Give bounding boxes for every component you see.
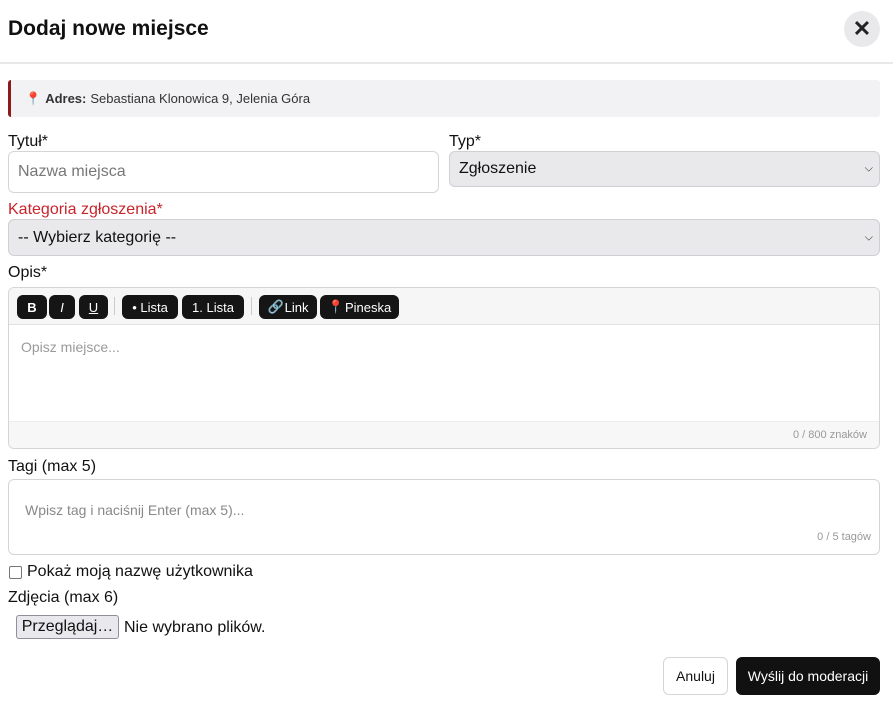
tags-label: Tagi (max 5) xyxy=(8,458,97,475)
description-textarea[interactable]: Opisz miejsce... xyxy=(9,325,879,421)
title-label: Tytuł* xyxy=(8,133,49,150)
tags-placeholder: Wpisz tag i naciśnij Enter (max 5)... xyxy=(25,502,245,518)
type-select[interactable]: Zgłoszenie ⌵ xyxy=(449,151,880,187)
description-placeholder: Opisz miejsce... xyxy=(21,339,120,355)
chevron-down-icon: ⌵ xyxy=(864,162,873,175)
tags-counter: 0 / 5 tagów xyxy=(817,531,871,543)
bold-button[interactable]: B xyxy=(17,295,47,319)
description-editor: B I U • Lista 1. Lista 🔗 Link 📍 Pineska Op… xyxy=(8,287,880,449)
photos-label: Zdjęcia (max 6) xyxy=(8,589,119,606)
underline-button[interactable]: U xyxy=(79,295,108,319)
bullet-list-button[interactable]: • Lista xyxy=(122,295,178,319)
dialog-header: Dodaj nowe miejsce ✕ xyxy=(0,0,893,64)
category-select[interactable]: -- Wybierz kategorię -- ⌵ xyxy=(8,219,880,256)
link-label: Link xyxy=(284,299,309,315)
type-label: Typ* xyxy=(449,133,482,150)
address-label: Adres: xyxy=(45,91,87,106)
chevron-down-icon: ⌵ xyxy=(864,231,873,243)
close-icon: ✕ xyxy=(852,16,872,41)
submit-button[interactable]: Wyślij do moderacji xyxy=(736,657,880,695)
pin-icon: 📍 xyxy=(25,90,42,106)
dialog-title: Dodaj nowe miejsce xyxy=(8,17,209,40)
toolbar-divider xyxy=(114,297,115,315)
link-button[interactable]: 🔗 Link xyxy=(259,295,317,319)
italic-button[interactable]: I xyxy=(49,295,75,319)
category-value: -- Wybierz kategorię -- xyxy=(18,228,177,246)
description-counter-bar: 0 / 800 znaków xyxy=(9,421,879,448)
close-button[interactable]: ✕ xyxy=(844,11,880,47)
show-username-checkbox[interactable] xyxy=(9,566,22,579)
pin-label: Pineska xyxy=(344,299,392,315)
show-username-label[interactable]: Pokaż moją nazwę użytkownika xyxy=(27,563,253,581)
editor-toolbar: B I U • Lista 1. Lista 🔗 Link 📍 Pineska xyxy=(9,288,879,325)
pin-icon: 📍 xyxy=(327,299,344,314)
title-input[interactable]: Nazwa miejsca xyxy=(8,151,439,193)
file-status: Nie wybrano plików. xyxy=(124,619,266,636)
cancel-button[interactable]: Anuluj xyxy=(663,657,728,695)
description-counter: 0 / 800 znaków xyxy=(793,429,867,441)
address-value: Sebastiana Klonowica 9, Jelenia Góra xyxy=(90,91,311,106)
toolbar-divider xyxy=(251,297,252,315)
address-banner: 📍 Adres: Sebastiana Klonowica 9, Jelenia… xyxy=(8,80,880,117)
tags-input[interactable]: Wpisz tag i naciśnij Enter (max 5)... 0 … xyxy=(8,479,880,555)
type-value: Zgłoszenie xyxy=(459,160,537,177)
numbered-list-button[interactable]: 1. Lista xyxy=(182,295,244,319)
description-label: Opis* xyxy=(8,264,48,281)
pin-button[interactable]: 📍 Pineska xyxy=(320,295,399,319)
browse-files-button[interactable]: Przeglądaj… xyxy=(16,615,119,639)
link-icon: 🔗 xyxy=(267,299,284,314)
category-label: Kategoria zgłoszenia* xyxy=(8,201,163,218)
title-placeholder: Nazwa miejsca xyxy=(18,163,126,180)
